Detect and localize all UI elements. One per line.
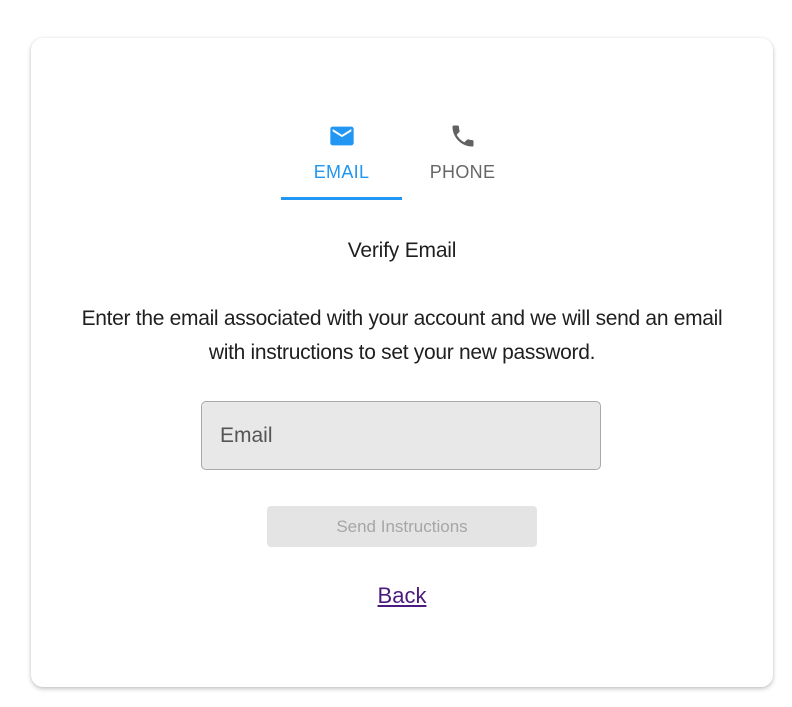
send-instructions-button[interactable]: Send Instructions [267,506,537,547]
tab-phone[interactable]: PHONE [402,118,523,200]
verify-card: EMAIL PHONE Verify Email Enter the email… [31,38,773,687]
tab-email-label: EMAIL [313,162,370,182]
email-field[interactable] [201,401,601,470]
envelope-icon [329,126,354,146]
instructions-text: Enter the email associated with your acc… [81,307,723,364]
tab-email[interactable]: EMAIL [281,118,402,200]
phone-icon [452,125,473,147]
page-title: Verify Email [347,239,457,262]
active-tab-indicator [281,197,402,200]
tab-phone-label: PHONE [429,162,496,182]
back-link-container: Back [31,583,773,609]
verification-method-tabs: EMAIL PHONE [281,118,523,200]
back-link[interactable]: Back [378,583,427,608]
email-input[interactable] [202,402,600,469]
